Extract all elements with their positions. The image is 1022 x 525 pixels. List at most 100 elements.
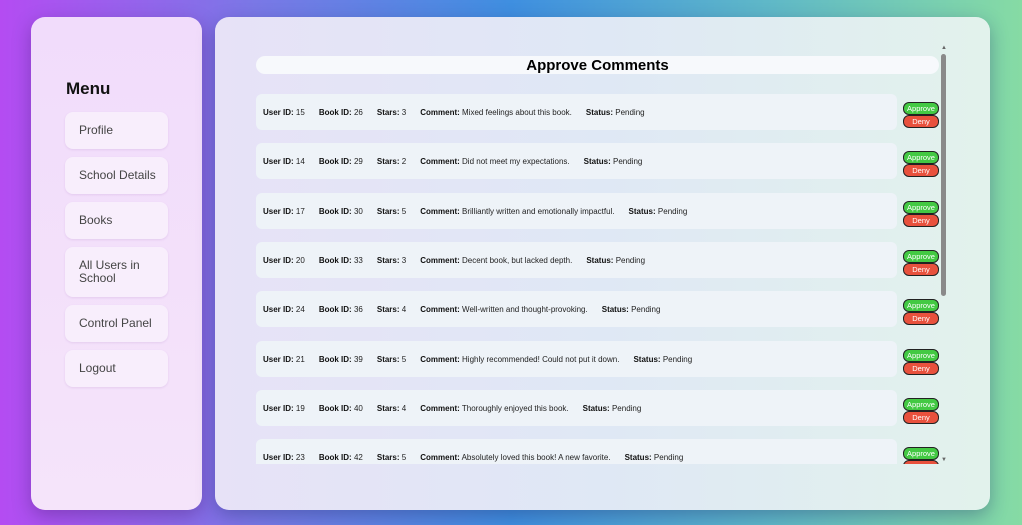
sidebar-item-books[interactable]: Books <box>65 202 168 239</box>
status-label: Status: <box>586 255 614 265</box>
comment-row: User ID: 19 Book ID: 40 Stars: 4 Comment: T… <box>256 390 897 426</box>
user-id-label: User ID: <box>263 255 294 265</box>
user-id-value: 24 <box>295 304 305 314</box>
sidebar-item-logout[interactable]: Logout <box>65 350 168 387</box>
status-value: Pending <box>631 304 661 314</box>
deny-button[interactable]: Deny <box>903 263 939 276</box>
user-id-value: 19 <box>295 403 305 413</box>
comment-label: Comment: <box>420 206 460 216</box>
user-id-field: User ID: 14 <box>263 157 305 166</box>
comment-field: Comment: Well-written and thought-provok… <box>420 305 588 314</box>
book-id-value: 29 <box>353 156 363 166</box>
comment-label: Comment: <box>420 304 460 314</box>
comment-row: User ID: 23 Book ID: 42 Stars: 5 Comment: A… <box>256 439 897 464</box>
sidebar-item-school-details[interactable]: School Details <box>65 157 168 194</box>
stars-label: Stars: <box>376 255 400 265</box>
book-id-label: Book ID: <box>318 156 352 166</box>
comment-row: User ID: 21 Book ID: 39 Stars: 5 Comment: H… <box>256 341 897 377</box>
comment-row: User ID: 14 Book ID: 29 Stars: 2 Comment: D… <box>256 143 897 179</box>
status-label: Status: <box>583 156 611 166</box>
stars-value: 3 <box>401 255 407 265</box>
scrollbar[interactable]: ▲ ▼ <box>940 44 948 464</box>
sidebar-item-all-users[interactable]: All Users in School <box>65 247 168 297</box>
status-value: Pending <box>611 403 642 413</box>
book-id-label: Book ID: <box>318 206 352 216</box>
user-id-label: User ID: <box>263 403 294 413</box>
user-id-field: User ID: 17 <box>263 207 305 216</box>
user-id-label: User ID: <box>263 206 294 216</box>
approve-button[interactable]: Approve <box>903 151 939 164</box>
comment-row: User ID: 15 Book ID: 26 Stars: 3 Comment: M… <box>256 94 897 130</box>
comment-row: User ID: 20 Book ID: 33 Stars: 3 Comment: D… <box>256 242 897 278</box>
sidebar-item-control-panel[interactable]: Control Panel <box>65 305 168 342</box>
comment-label: Comment: <box>420 452 460 462</box>
scrollbar-thumb[interactable] <box>941 54 946 296</box>
main-panel: Approve Comments User ID: 15 Book ID: 26 S… <box>215 17 990 510</box>
approve-button[interactable]: Approve <box>903 349 939 362</box>
comment-field: Comment: Absolutely loved this book! A n… <box>420 453 610 462</box>
status-field: Status: Pending <box>625 453 684 462</box>
status-value: Pending <box>657 206 688 216</box>
approve-button[interactable]: Approve <box>903 447 939 460</box>
user-id-field: User ID: 15 <box>263 108 305 117</box>
approve-button[interactable]: Approve <box>903 398 939 411</box>
comment-label: Comment: <box>420 354 460 364</box>
comment-value: Well-written and thought-provoking. <box>462 304 588 314</box>
deny-button[interactable]: Deny <box>903 115 939 128</box>
book-id-value: 33 <box>353 255 363 265</box>
scroll-up-arrow-icon[interactable]: ▲ <box>940 44 948 52</box>
approve-button[interactable]: Approve <box>903 250 939 263</box>
stars-label: Stars: <box>376 304 400 314</box>
status-label: Status: <box>582 403 610 413</box>
deny-button[interactable]: Deny <box>903 312 939 325</box>
stars-field: Stars: 5 <box>377 355 406 364</box>
book-id-field: Book ID: 42 <box>319 453 363 462</box>
stars-value: 5 <box>401 206 407 216</box>
comment-label: Comment: <box>420 255 460 265</box>
sidebar-item-profile[interactable]: Profile <box>65 112 168 149</box>
user-id-value: 15 <box>295 107 305 117</box>
user-id-value: 14 <box>295 156 305 166</box>
book-id-value: 26 <box>353 107 363 117</box>
status-value: Pending <box>653 452 684 462</box>
book-id-value: 36 <box>353 304 363 314</box>
user-id-field: User ID: 20 <box>263 256 305 265</box>
status-value: Pending <box>615 107 645 117</box>
comment-field: Comment: Brilliantly written and emotion… <box>420 207 614 216</box>
approve-button[interactable]: Approve <box>903 201 939 214</box>
deny-button[interactable]: Deny <box>903 362 939 375</box>
status-field: Status: Pending <box>586 108 645 117</box>
book-id-field: Book ID: 30 <box>319 207 363 216</box>
status-field: Status: Pending <box>586 256 645 265</box>
scroll-down-arrow-icon[interactable]: ▼ <box>940 456 948 464</box>
user-id-field: User ID: 19 <box>263 404 305 413</box>
page-title: Approve Comments <box>256 56 939 74</box>
comment-field: Comment: Highly recommended! Could not p… <box>420 355 619 364</box>
user-id-value: 23 <box>295 452 305 462</box>
stars-field: Stars: 3 <box>377 108 406 117</box>
user-id-value: 21 <box>295 354 305 364</box>
stars-field: Stars: 5 <box>377 207 406 216</box>
user-id-label: User ID: <box>263 107 294 117</box>
deny-button[interactable]: Deny <box>903 164 939 177</box>
deny-button[interactable]: Deny <box>903 411 939 424</box>
stars-field: Stars: 3 <box>377 256 406 265</box>
status-field: Status: Pending <box>602 305 661 314</box>
book-id-label: Book ID: <box>318 452 352 462</box>
approve-button[interactable]: Approve <box>903 102 939 115</box>
deny-button[interactable]: Deny <box>903 460 939 464</box>
book-id-value: 39 <box>353 354 363 364</box>
stars-value: 5 <box>401 354 407 364</box>
stars-field: Stars: 4 <box>377 305 406 314</box>
comment-value: Highly recommended! Could not put it dow… <box>462 354 620 364</box>
comment-label: Comment: <box>420 156 460 166</box>
user-id-field: User ID: 21 <box>263 355 305 364</box>
user-id-field: User ID: 24 <box>263 305 305 314</box>
comment-value: Thoroughly enjoyed this book. <box>461 403 569 413</box>
stars-label: Stars: <box>376 452 400 462</box>
deny-button[interactable]: Deny <box>903 214 939 227</box>
user-id-value: 17 <box>295 206 305 216</box>
approve-button[interactable]: Approve <box>903 299 939 312</box>
stars-field: Stars: 4 <box>377 404 406 413</box>
status-field: Status: Pending <box>633 355 692 364</box>
